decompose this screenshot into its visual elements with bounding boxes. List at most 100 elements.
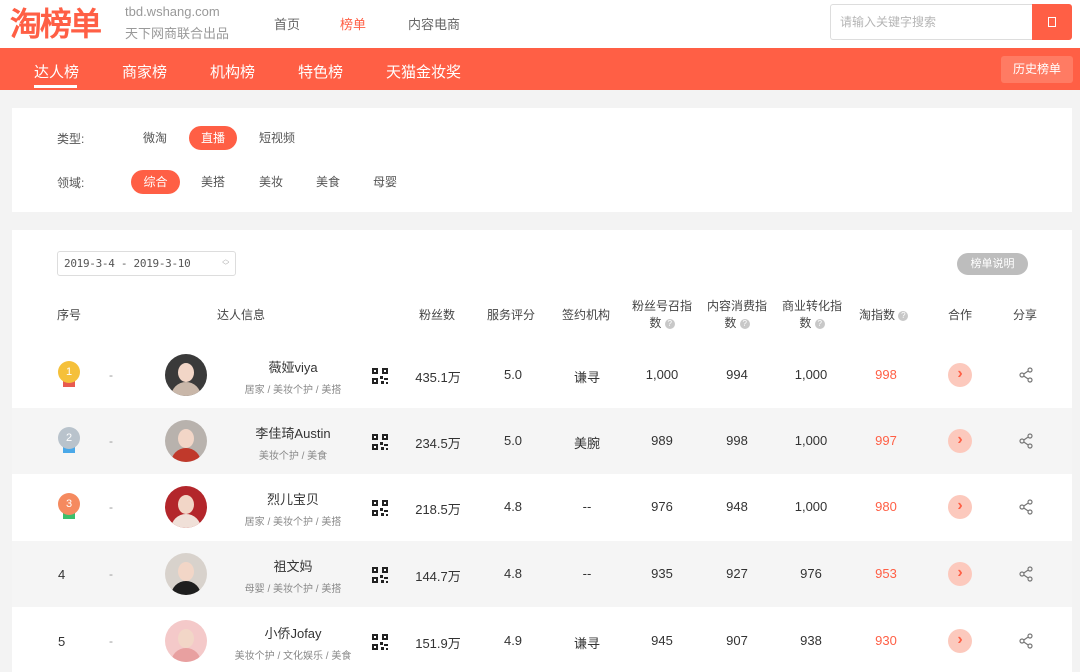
domain-chip-beauty[interactable]: 美妆 (253, 170, 289, 194)
nav-rankings[interactable]: 榜单 (340, 14, 366, 33)
qr-code-icon[interactable] (372, 567, 388, 583)
cooperate-button[interactable]: › (948, 629, 972, 653)
influencer-tags: 居家 / 美妆个护 / 美搭 (244, 385, 342, 396)
search-input[interactable] (830, 4, 1032, 40)
table-row: 3 - 烈儿宝贝 居家 / 美妆个护 / 美搭 218.5万 4.8 -- 97… (12, 474, 1072, 540)
cooperate-button[interactable]: › (948, 495, 972, 519)
tab-tmall-award[interactable]: 天猫金妆奖 (386, 61, 461, 82)
header-content-consume-line2-text: 数 (724, 316, 737, 330)
history-rankings-button[interactable]: 历史榜单 (1001, 56, 1073, 83)
cooperate-button[interactable]: › (948, 363, 972, 387)
qr-code-icon[interactable] (372, 434, 388, 450)
avatar[interactable] (165, 553, 207, 595)
avatar[interactable] (165, 354, 207, 396)
rank-change: - (109, 434, 113, 448)
service-score: 4.8 (503, 566, 523, 581)
rank-number: 2 (58, 427, 80, 449)
share-icon[interactable] (1018, 566, 1034, 582)
type-filter-label: 类型: (57, 132, 85, 146)
chevron-right-icon: › (957, 365, 963, 382)
table-row: 5 - 小侨Jofay 美妆个护 / 文化娱乐 / 美食 151.9万 4.9 … (12, 608, 1072, 672)
avatar[interactable] (165, 420, 207, 462)
avatar[interactable] (165, 486, 207, 528)
qr-code-icon[interactable] (372, 368, 388, 384)
filter-panel (12, 108, 1072, 212)
avatar-body (171, 648, 201, 662)
rank-change: - (109, 634, 113, 648)
ranking-explanation-button[interactable]: 榜单说明 (957, 253, 1028, 275)
header-fan-summon-index: 粉丝号召指 数 ? (630, 298, 694, 332)
header-fans: 粉丝数 (419, 308, 456, 322)
influencer-tags: 母婴 / 美妆个护 / 美搭 (244, 584, 342, 595)
header-service-score: 服务评分 (487, 308, 536, 322)
tab-merchant[interactable]: 商家榜 (122, 61, 167, 82)
table-row: 4 - 祖文妈 母婴 / 美妆个护 / 美搭 144.7万 4.8 -- 935… (12, 541, 1072, 607)
help-icon[interactable]: ? (814, 319, 825, 329)
avatar-face (178, 429, 194, 448)
influencer-name[interactable]: 小侨Jofay (264, 623, 321, 642)
header-commerce-line1: 商业转化指 (781, 299, 842, 313)
content-consume-index: 907 (726, 633, 748, 648)
share-icon[interactable] (1018, 633, 1034, 649)
fans-count: 218.5万 (415, 502, 461, 517)
fans-count: 151.9万 (415, 636, 461, 651)
rank-number: 3 (58, 493, 80, 515)
header-share: 分享 (1013, 308, 1038, 322)
tab-agency[interactable]: 机构榜 (210, 61, 255, 82)
header-commerce-index: 商业转化指 数 ? (780, 298, 844, 332)
help-icon[interactable]: ? (898, 311, 909, 321)
domain-chip-baby[interactable]: 母婴 (367, 170, 403, 194)
domain-chip-fashion[interactable]: 美搭 (195, 170, 231, 194)
avatar[interactable] (165, 620, 207, 662)
agency-name: 谦寻 (573, 370, 601, 385)
influencer-name[interactable]: 烈儿宝贝 (267, 489, 319, 508)
share-icon[interactable] (1018, 499, 1034, 515)
chevron-right-icon: › (957, 497, 963, 514)
qr-code-icon[interactable] (372, 500, 388, 516)
fan-summon-index: 1,000 (645, 367, 679, 382)
tab-featured[interactable]: 特色榜 (298, 61, 343, 82)
tab-influencer[interactable]: 达人榜 (34, 61, 79, 82)
chevron-right-icon: › (957, 564, 963, 581)
service-score: 5.0 (503, 433, 523, 448)
rank-number: 1 (58, 361, 80, 383)
fan-summon-index: 945 (651, 633, 673, 648)
influencer-name[interactable]: 李佳琦Austin (255, 423, 330, 442)
nav-home[interactable]: 首页 (274, 14, 300, 33)
cooperate-button[interactable]: › (948, 562, 972, 586)
content-consume-index: 927 (726, 566, 748, 581)
content-consume-index: 998 (726, 433, 748, 448)
qr-code-icon[interactable] (372, 634, 388, 650)
cooperate-button[interactable]: › (948, 429, 972, 453)
help-icon[interactable]: ? (739, 319, 750, 329)
influencer-tags: 美妆个护 / 美食 (258, 451, 328, 462)
influencer-tags: 美妆个护 / 文化娱乐 / 美食 (234, 651, 352, 662)
domain-chip-food[interactable]: 美食 (310, 170, 346, 194)
site-tagline: 天下网商联合出品 (125, 26, 230, 41)
header-influencer-info: 达人信息 (217, 308, 266, 322)
influencer-name[interactable]: 薇娅viya (268, 357, 317, 376)
avatar-body (171, 514, 201, 528)
chevron-right-icon: › (957, 631, 963, 648)
type-chip-weitao[interactable]: 微淘 (134, 126, 176, 150)
active-tab-underline (34, 85, 77, 88)
domain-chip-general[interactable]: 综合 (131, 170, 180, 194)
influencer-name[interactable]: 祖文妈 (273, 556, 312, 575)
nav-content-commerce[interactable]: 内容电商 (408, 14, 460, 33)
rank-change: - (109, 567, 113, 581)
fan-summon-index: 935 (651, 566, 673, 581)
type-chip-short-video[interactable]: 短视频 (252, 126, 302, 150)
chevron-right-icon: › (957, 431, 963, 448)
type-chip-live[interactable]: 直播 (189, 126, 237, 150)
date-range-picker[interactable]: 2019-3-4 - 2019-3-10 ︿ ﹀ (57, 251, 236, 276)
header-content-consume-index: 内容消费指 数 ? (705, 298, 769, 332)
tao-index: 997 (875, 433, 897, 448)
bronze-medal-icon: 3 (58, 493, 80, 521)
search-button[interactable] (1032, 4, 1072, 40)
share-icon[interactable] (1018, 433, 1034, 449)
agency-name: -- (582, 499, 592, 514)
site-logo[interactable]: 淘榜单 (10, 4, 102, 44)
agency-name: 美腕 (573, 436, 601, 451)
share-icon[interactable] (1018, 367, 1034, 383)
help-icon[interactable]: ? (664, 319, 675, 329)
